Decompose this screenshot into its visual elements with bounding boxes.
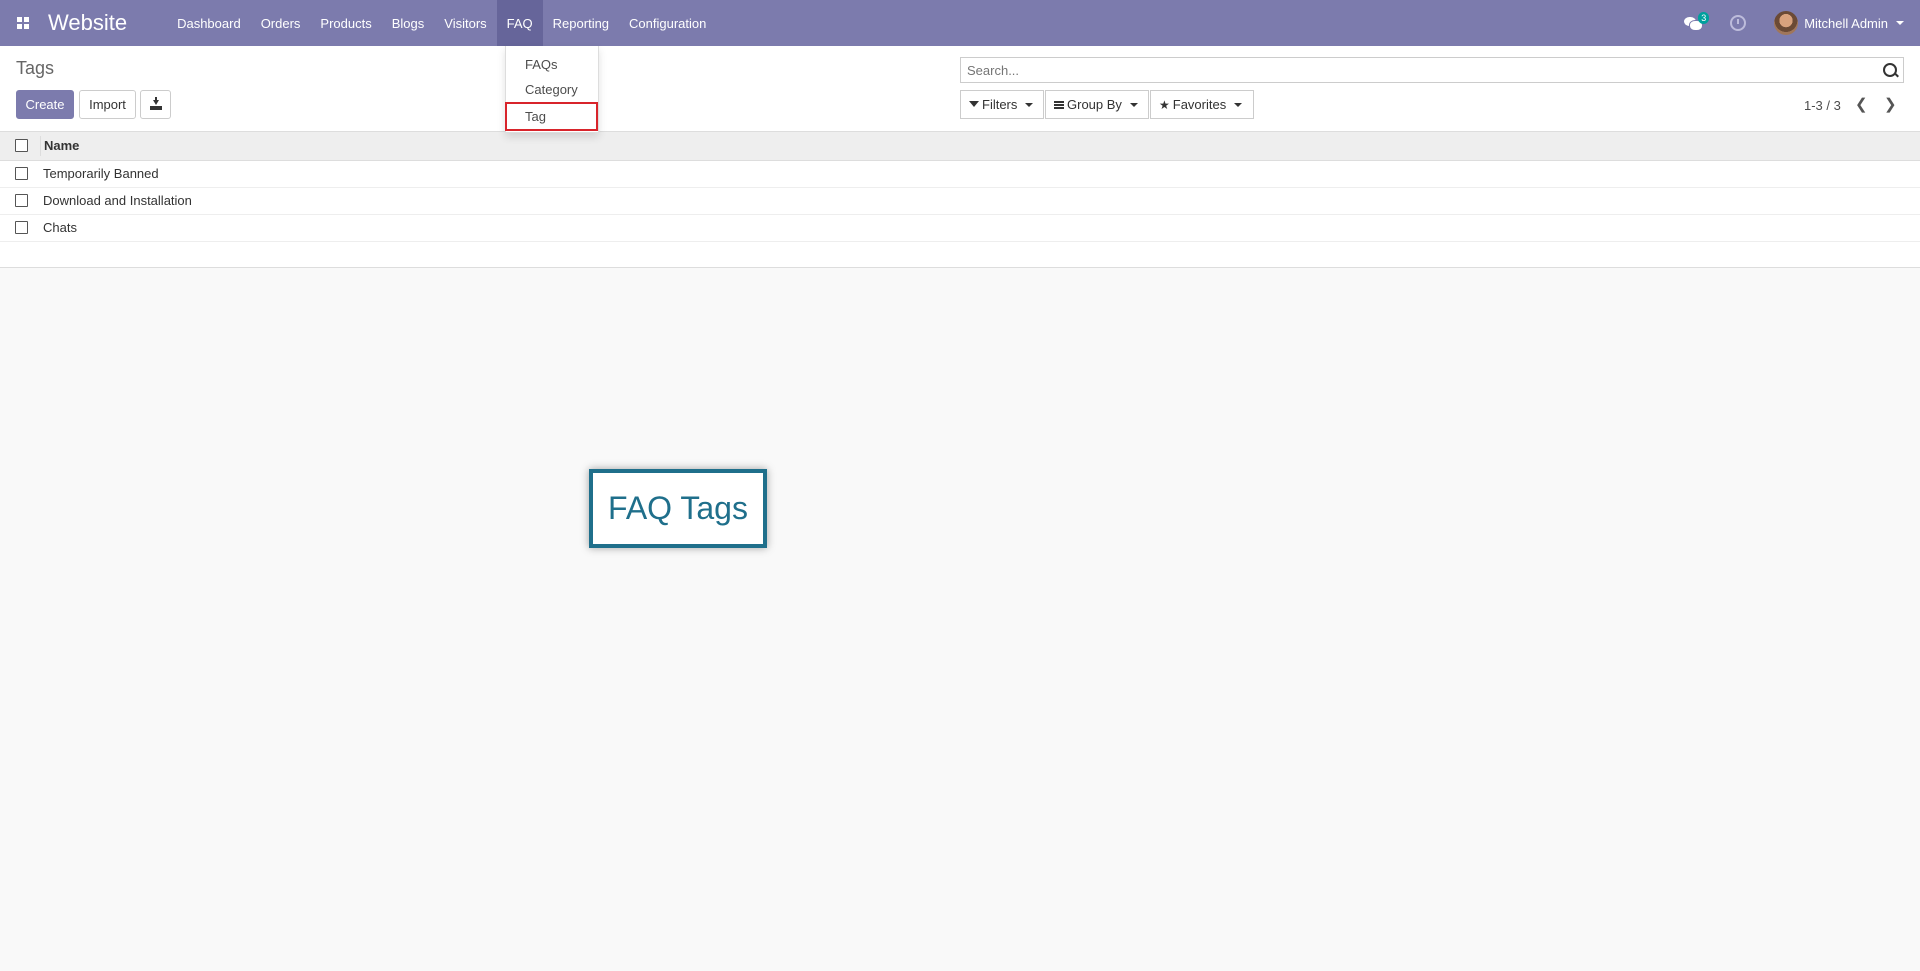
table-footer	[0, 242, 1920, 268]
list-icon	[1054, 100, 1064, 109]
table-row[interactable]: Download and Installation	[0, 188, 1920, 215]
row-checkbox[interactable]	[15, 194, 28, 207]
menu-reporting[interactable]: Reporting	[543, 0, 619, 46]
chevron-down-icon	[1025, 102, 1034, 107]
menu-dashboard[interactable]: Dashboard	[167, 0, 251, 46]
user-name: Mitchell Admin	[1804, 15, 1888, 31]
export-button[interactable]	[140, 90, 171, 119]
favorites-label: Favorites	[1172, 97, 1227, 112]
column-header-name[interactable]: Name	[44, 138, 79, 153]
row-checkbox[interactable]	[15, 167, 28, 180]
dropdown-item-label: FAQs	[525, 57, 558, 72]
download-icon	[149, 96, 162, 110]
table-row[interactable]: Chats	[0, 215, 1920, 242]
annotation-callout: FAQ Tags	[589, 469, 767, 548]
chat-icon[interactable]: 3	[1684, 12, 1710, 31]
menu-products[interactable]: Products	[310, 0, 381, 46]
table-header: Name	[0, 132, 1920, 161]
menu-blogs[interactable]: Blogs	[382, 0, 435, 46]
pager-next-icon[interactable]: ❯	[1884, 97, 1897, 112]
filter-icon	[969, 100, 979, 107]
annotation-label: FAQ Tags	[608, 490, 748, 526]
dropdown-item-label: Category	[525, 82, 578, 97]
search-icon[interactable]	[1883, 63, 1897, 77]
menu-faq[interactable]: FAQ	[496, 0, 543, 46]
chevron-down-icon	[1234, 102, 1243, 107]
menu-configuration[interactable]: Configuration	[619, 0, 716, 46]
search-input[interactable]	[961, 58, 1853, 82]
pager-previous-icon[interactable]: ❮	[1855, 97, 1868, 112]
user-menu[interactable]: Mitchell Admin	[1774, 11, 1904, 35]
chevron-down-icon	[1896, 21, 1904, 25]
dropdown-item-category[interactable]: Category	[506, 77, 598, 101]
app-name[interactable]: Website	[48, 10, 127, 36]
import-button[interactable]: Import	[79, 90, 136, 119]
menu-orders[interactable]: Orders	[251, 0, 311, 46]
pager-value[interactable]: 1-3 / 3	[1804, 98, 1841, 113]
star-icon: ★	[1159, 97, 1170, 112]
tags-list: Name Temporarily Banned Download and Ins…	[0, 132, 1920, 268]
tag-name-cell[interactable]: Temporarily Banned	[43, 166, 159, 181]
main-menu: Dashboard Orders Products Blogs Visitors…	[167, 0, 716, 46]
clock-icon[interactable]	[1730, 15, 1747, 31]
navbar-systray: 3 Mitchell Admin	[1684, 0, 1920, 46]
dropdown-item-faqs[interactable]: FAQs	[506, 52, 598, 76]
create-button[interactable]: Create	[16, 90, 74, 119]
search-bar	[960, 57, 1904, 83]
select-all-checkbox[interactable]	[15, 139, 28, 152]
group-by-button[interactable]: Group By	[1045, 90, 1149, 119]
filters-button[interactable]: Filters	[960, 90, 1044, 119]
tag-name-cell[interactable]: Chats	[43, 220, 77, 235]
breadcrumb: Tags	[16, 58, 55, 78]
table-row[interactable]: Temporarily Banned	[0, 161, 1920, 188]
tag-name-cell[interactable]: Download and Installation	[43, 193, 192, 208]
faq-dropdown-menu: FAQs Category Tag	[505, 46, 599, 133]
apps-menu-icon[interactable]	[0, 0, 46, 46]
control-panel: Tags Create Import Filters Group By ★ Fa…	[0, 46, 1920, 132]
top-navbar: Website Dashboard Orders Products Blogs …	[0, 0, 1920, 46]
dropdown-item-label: Tag	[525, 109, 546, 124]
group-by-label: Group By	[1067, 97, 1122, 112]
filters-label: Filters	[982, 97, 1018, 112]
column-divider	[40, 136, 41, 156]
chevron-down-icon	[1129, 102, 1138, 107]
favorites-button[interactable]: ★ Favorites	[1150, 90, 1254, 119]
menu-visitors[interactable]: Visitors	[434, 0, 496, 46]
dropdown-item-tag[interactable]: Tag	[505, 102, 598, 131]
messages-count-badge: 3	[1698, 12, 1710, 24]
avatar	[1774, 11, 1799, 35]
row-checkbox[interactable]	[15, 221, 28, 234]
